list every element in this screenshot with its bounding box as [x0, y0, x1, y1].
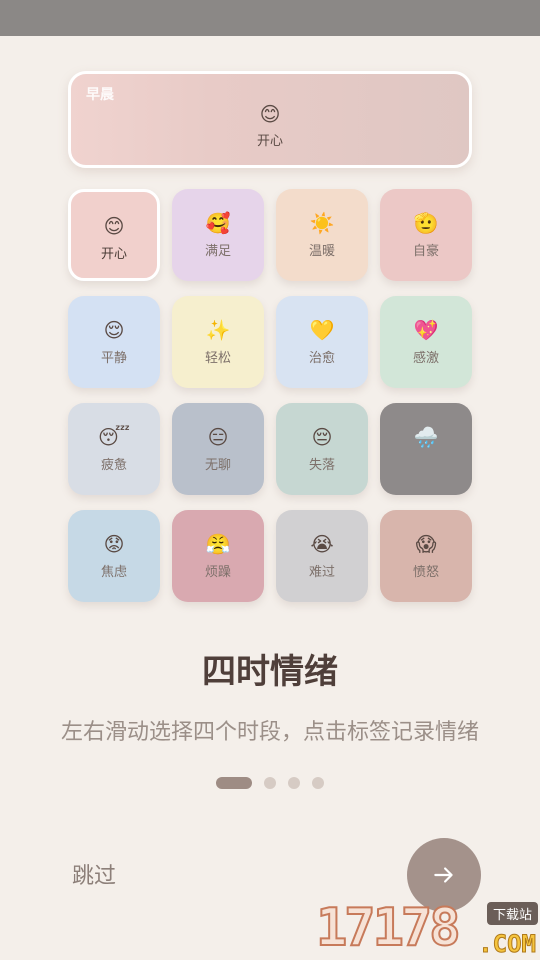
watermark-number: 17178: [315, 897, 462, 959]
mood-emoji-icon: ✨: [205, 318, 231, 342]
mood-emoji-icon: 🫡: [413, 211, 439, 235]
watermark-domain: .COM: [478, 930, 537, 959]
mood-label: 感激: [412, 351, 439, 366]
mood-emoji-icon: 😟: [103, 532, 125, 556]
page-description: 左右滑动选择四个时段，点击标签记录情绪: [60, 720, 479, 745]
mood-emoji-icon: 😭: [310, 532, 334, 556]
mood-label: 轻松: [204, 351, 231, 366]
mood-tile[interactable]: 💛 治愈: [276, 296, 368, 388]
mood-tile[interactable]: 😔 失落: [276, 403, 368, 495]
mood-emoji-icon: 😱: [415, 532, 437, 556]
mood-emoji-icon: 😤: [205, 532, 231, 556]
mood-tile[interactable]: 🌧️: [380, 403, 472, 495]
mood-tile[interactable]: ✨ 轻松: [172, 296, 264, 388]
pager-dot-2[interactable]: [264, 777, 276, 789]
mood-label: 平静: [100, 351, 127, 366]
mood-tile[interactable]: 🥰 满足: [172, 189, 264, 281]
arrow-right-icon: [434, 867, 453, 883]
mood-label: 无聊: [204, 458, 231, 473]
mood-label: 自豪: [412, 244, 439, 259]
mood-emoji-icon: ☀️: [309, 211, 335, 235]
mood-tile[interactable]: 😑 无聊: [172, 403, 264, 495]
mood-tile[interactable]: 🫡 自豪: [380, 189, 472, 281]
pager-dot-3[interactable]: [288, 777, 300, 789]
time-period-label: 早晨: [86, 87, 114, 103]
mood-emoji-icon: 😔: [311, 425, 333, 449]
mood-preview-card[interactable]: 早晨 😊 开心: [68, 71, 472, 168]
mood-label: 温暖: [308, 244, 335, 259]
skip-button[interactable]: 跳过: [72, 858, 116, 890]
mood-emoji-icon: 💛: [309, 318, 335, 342]
mood-emoji-icon: 💖: [413, 318, 439, 342]
mood-label: 满足: [204, 244, 231, 259]
mood-label: 开心: [100, 247, 127, 262]
mood-label: 焦虑: [100, 565, 127, 580]
mood-tile[interactable]: 😭 难过: [276, 510, 368, 602]
mood-tile[interactable]: 😟 焦虑: [68, 510, 160, 602]
mood-label: 疲惫: [100, 458, 127, 473]
preview-mood-label: 开心: [256, 134, 283, 149]
mood-label: 失落: [308, 458, 335, 473]
preview-emoji-icon: 😊: [259, 102, 281, 126]
mood-label: 治愈: [308, 351, 335, 366]
mood-emoji-icon: 🌧️: [413, 425, 439, 449]
mood-label: 难过: [308, 565, 335, 580]
mood-emoji-icon: 😊: [103, 214, 125, 238]
mood-tile[interactable]: 😤 烦躁: [172, 510, 264, 602]
mood-emoji-icon: 😌: [103, 318, 125, 342]
mood-emoji-icon: 😑: [207, 425, 229, 449]
mood-tile[interactable]: 😌 平静: [68, 296, 160, 388]
mood-emoji-icon: 😴: [97, 425, 131, 449]
page-title: 四时情绪: [202, 652, 338, 692]
watermark-tag: 下载站: [486, 902, 538, 925]
mood-emoji-icon: 🥰: [205, 211, 231, 235]
mood-tile[interactable]: 😱 愤怒: [380, 510, 472, 602]
mood-tile[interactable]: 😴 疲惫: [68, 403, 160, 495]
mood-tile[interactable]: 😊 开心: [68, 189, 160, 281]
mood-tile[interactable]: 💖 感激: [380, 296, 472, 388]
status-bar: [0, 0, 540, 36]
pager-dot-1[interactable]: [216, 777, 252, 789]
mood-tile[interactable]: ☀️ 温暖: [276, 189, 368, 281]
pager-dot-4[interactable]: [312, 777, 324, 789]
mood-label: 愤怒: [412, 565, 439, 580]
mood-label: 烦躁: [204, 565, 231, 580]
watermark-logo: 17178 下载站 .COM: [315, 896, 540, 960]
